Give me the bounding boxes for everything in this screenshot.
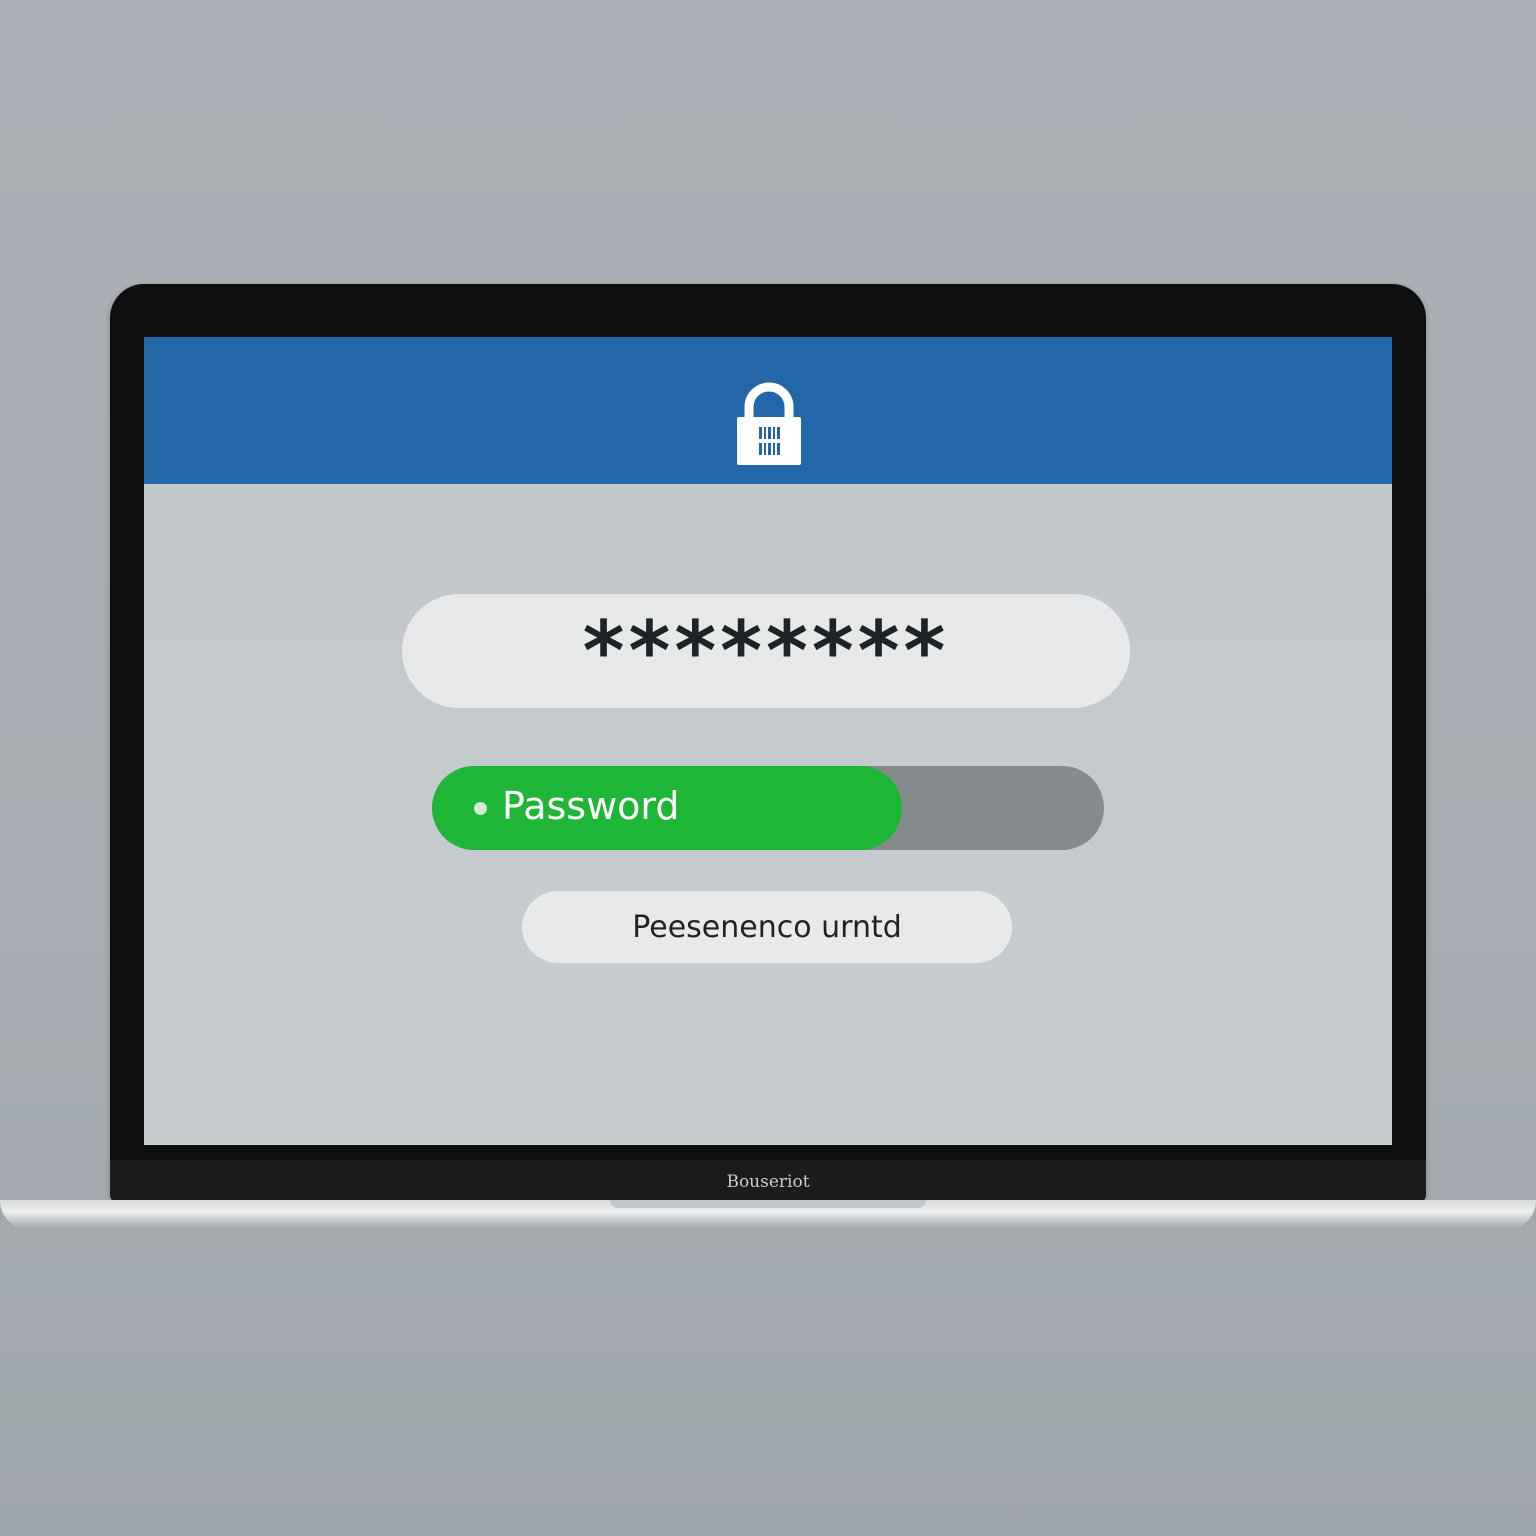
password-mask: ******** bbox=[582, 603, 950, 699]
submit-button[interactable]: Peesenenco urntd bbox=[522, 891, 1012, 963]
bottom-bezel: Bouseriot bbox=[110, 1160, 1426, 1204]
status-dot-icon bbox=[474, 802, 487, 815]
password-input[interactable]: ******** bbox=[402, 594, 1130, 708]
laptop-lid: ******** Password Peesenenco urntd Bouse… bbox=[110, 284, 1426, 1204]
password-strength-bar: Password bbox=[432, 766, 1104, 850]
brand-label: Bouseriot bbox=[726, 1172, 810, 1192]
screen: ******** Password Peesenenco urntd bbox=[144, 337, 1392, 1145]
header-bar bbox=[144, 337, 1392, 484]
lock-icon bbox=[737, 382, 801, 465]
password-strength-label: Password bbox=[502, 784, 680, 828]
laptop-notch bbox=[610, 1200, 926, 1208]
